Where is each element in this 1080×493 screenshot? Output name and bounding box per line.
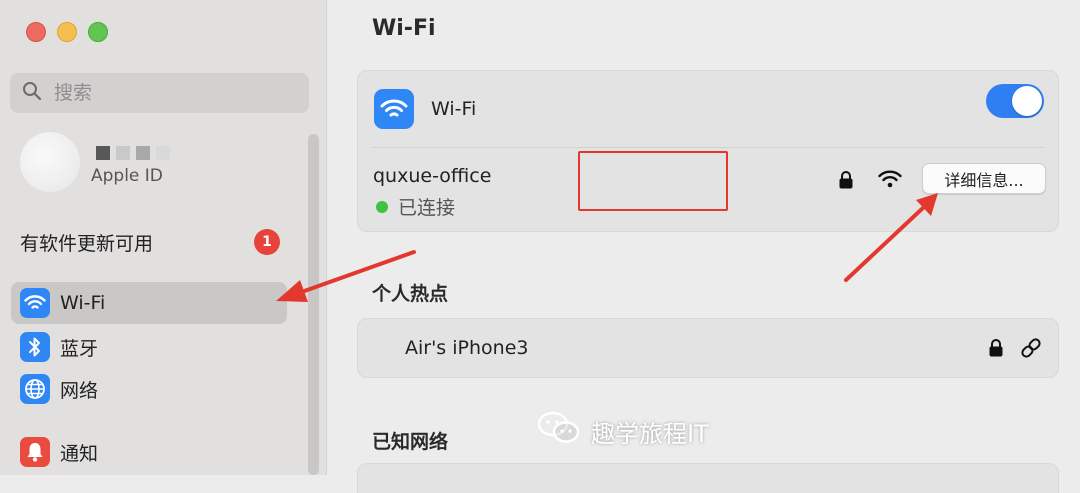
software-update-label: 有软件更新可用 (20, 232, 154, 255)
search-field[interactable] (10, 73, 309, 113)
globe-icon (20, 374, 50, 404)
minimize-window-button[interactable] (57, 22, 77, 42)
sidebar-item-wifi[interactable]: Wi-Fi (11, 282, 287, 324)
apple-id-label[interactable]: Apple ID (91, 166, 163, 186)
divider (372, 147, 1044, 148)
avatar[interactable] (20, 132, 80, 192)
connected-dot-icon (376, 200, 388, 213)
sidebar-item-label: 网络 (60, 379, 99, 402)
page-title: Wi-Fi (372, 16, 436, 41)
wifi-icon (374, 89, 414, 129)
sidebar-item-bluetooth[interactable]: 蓝牙 (11, 326, 287, 368)
sidebar-item-network[interactable]: 网络 (11, 368, 287, 410)
sidebar-scrollbar[interactable] (308, 134, 319, 475)
wifi-signal-icon (878, 170, 902, 188)
sidebar-item-notifications[interactable]: 通知 (11, 431, 287, 473)
hotspot-device-name[interactable]: Air's iPhone3 (405, 337, 528, 359)
main-pane: Wi-Fi Wi-Fi quxue-office 已连接 详细信息... 个人热… (327, 0, 1080, 493)
sidebar-item-label: Wi-Fi (60, 292, 106, 314)
wechat-logo-icon (537, 410, 581, 452)
known-networks-section-title: 已知网络 (372, 431, 449, 453)
search-input[interactable] (52, 81, 296, 105)
sidebar: Apple ID 有软件更新可用 1 Wi-Fi 蓝牙 (0, 0, 327, 475)
account-name-redacted (96, 146, 170, 160)
search-icon (22, 81, 42, 105)
wifi-icon (20, 288, 50, 318)
connection-status: 已连接 (376, 193, 455, 220)
known-networks-card (357, 463, 1059, 493)
watermark-text: 趣学旅程IT (591, 419, 709, 448)
toggle-knob (1012, 86, 1042, 116)
connected-network-name: quxue-office (373, 165, 492, 187)
details-button[interactable]: 详细信息... (922, 163, 1046, 194)
status-text: 已连接 (398, 197, 456, 219)
software-update-row[interactable]: 有软件更新可用 1 (20, 228, 280, 256)
sidebar-item-label: 蓝牙 (60, 337, 99, 360)
wifi-toggle[interactable] (986, 84, 1044, 118)
zoom-window-button[interactable] (88, 22, 108, 42)
lock-icon (838, 170, 854, 190)
link-icon (1019, 336, 1043, 360)
wifi-label: Wi-Fi (431, 98, 477, 120)
close-window-button[interactable] (26, 22, 46, 42)
bluetooth-icon (20, 332, 50, 362)
window-controls (26, 22, 108, 42)
bell-icon (20, 437, 50, 467)
annotation-highlight-box (578, 151, 728, 211)
sidebar-item-label: 通知 (60, 442, 99, 465)
update-count-badge: 1 (254, 229, 280, 255)
hotspot-card: Air's iPhone3 (357, 318, 1059, 378)
wifi-toggle-row: Wi-Fi (358, 71, 1058, 147)
hotspot-section-title: 个人热点 (372, 283, 449, 305)
lock-icon (988, 338, 1004, 358)
watermark: 趣学旅程IT (537, 410, 709, 452)
